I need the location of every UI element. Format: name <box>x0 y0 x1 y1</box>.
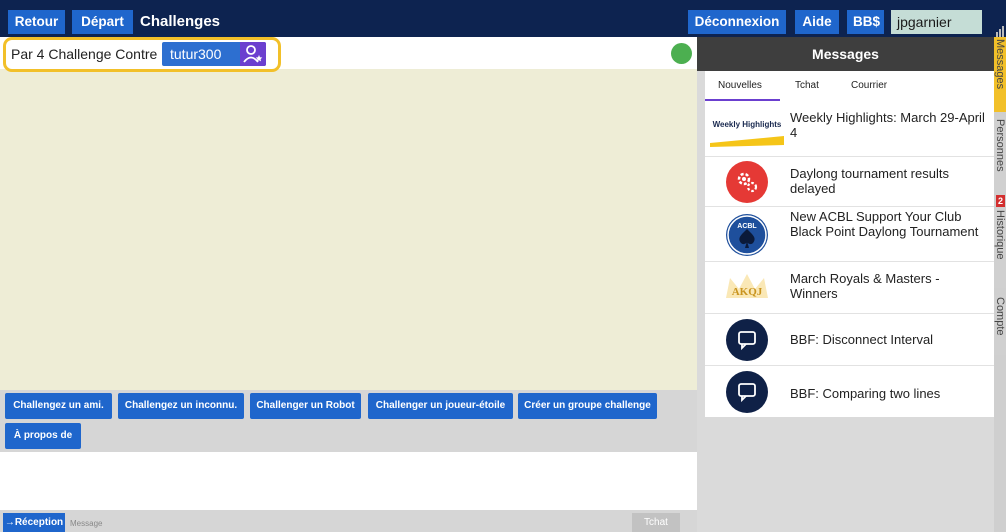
signal-icon <box>996 26 1004 37</box>
opponent-name: tutur300 <box>170 46 222 62</box>
tab-nouvelles[interactable]: Nouvelles <box>718 80 762 92</box>
acbl-logo-text: ACBL <box>737 223 757 230</box>
news-item[interactable]: ACBL New ACBL Support Your Club Black Po… <box>705 206 994 261</box>
acbl-logo: ACBL <box>726 214 768 256</box>
news-item-title: BBF: Disconnect Interval <box>790 332 934 347</box>
notification-badge: 2 <box>996 195 1005 207</box>
tab-courrier[interactable]: Courrier <box>851 80 887 92</box>
about-button[interactable]: À propos de <box>5 423 81 449</box>
deconnexion-button[interactable]: Déconnexion <box>688 10 786 34</box>
side-tab-label: Compte <box>994 297 1006 336</box>
message-input[interactable]: Message <box>70 519 102 529</box>
side-tab-historique[interactable]: Historique <box>994 208 1006 288</box>
chat-bubble-icon <box>726 319 768 361</box>
news-item[interactable]: Weekly Highlights Weekly Highlights: Mar… <box>705 101 994 156</box>
side-tab-compte[interactable]: Compte <box>994 295 1006 355</box>
side-tab-label: Personnes <box>994 119 1006 172</box>
retour-button[interactable]: Retour <box>8 10 65 34</box>
challenge-robot-button[interactable]: Challenger un Robot <box>250 393 361 419</box>
challenge-stranger-button[interactable]: Challengez un inconnu. <box>118 393 244 419</box>
chat-input-bar <box>0 510 697 532</box>
side-tab-personnes[interactable]: Personnes <box>994 117 1006 195</box>
tab-tchat[interactable]: Tchat <box>795 80 819 92</box>
bb-dollars-button[interactable]: BB$ <box>847 10 884 34</box>
gears-icon <box>726 161 768 203</box>
chat-log <box>0 460 697 510</box>
news-item-title: Weekly Highlights: March 29-April 4 <box>790 110 985 140</box>
user-star-icon[interactable] <box>240 42 266 66</box>
page-title: Challenges <box>140 13 221 30</box>
weekly-highlights-logo-text: Weekly Highlights <box>713 120 782 129</box>
chat-bubble-icon <box>726 371 768 413</box>
challenge-friend-button[interactable]: Challengez un ami. <box>5 393 112 419</box>
game-area <box>0 69 697 390</box>
news-item[interactable]: Daylong tournament results delayed <box>705 156 994 206</box>
news-item[interactable]: BBF: Disconnect Interval <box>705 313 994 365</box>
news-item-title: New ACBL Support Your Club Black Point D… <box>790 209 979 239</box>
messages-title: Messages <box>697 37 994 71</box>
akqj-crown-icon: AKQJ <box>720 268 774 308</box>
news-item-title: Daylong tournament results delayed <box>790 166 949 196</box>
reception-button[interactable]: →Réception <box>3 513 65 532</box>
news-item-title: March Royals & Masters - Winners <box>790 271 940 301</box>
side-tab-label: Messages <box>994 39 1006 90</box>
create-challenge-group-button[interactable]: Créer un groupe challenge <box>518 393 657 419</box>
side-tab-label: Historique <box>994 210 1006 260</box>
akqj-logo-text: AKQJ <box>732 286 763 298</box>
aide-button[interactable]: Aide <box>795 10 839 34</box>
news-item[interactable]: BBF: Comparing two lines <box>705 365 994 417</box>
username-field[interactable]: jpgarnier <box>891 10 982 34</box>
challenge-star-player-button[interactable]: Challenger un joueur-étoile <box>368 393 513 419</box>
opponent-button[interactable]: tutur300 <box>162 42 266 66</box>
side-tab-messages[interactable]: Messages <box>994 37 1006 112</box>
tchat-send-button[interactable]: Tchat <box>632 513 680 532</box>
news-item[interactable]: AKQJ March Royals & Masters - Winners <box>705 261 994 313</box>
depart-button[interactable]: Départ <box>72 10 133 34</box>
challenge-header-text: Par 4 Challenge Contre <box>11 46 158 62</box>
news-item-title: BBF: Comparing two lines <box>790 386 941 401</box>
online-status-dot <box>671 43 692 64</box>
weekly-highlights-logo: Weekly Highlights <box>708 109 786 151</box>
